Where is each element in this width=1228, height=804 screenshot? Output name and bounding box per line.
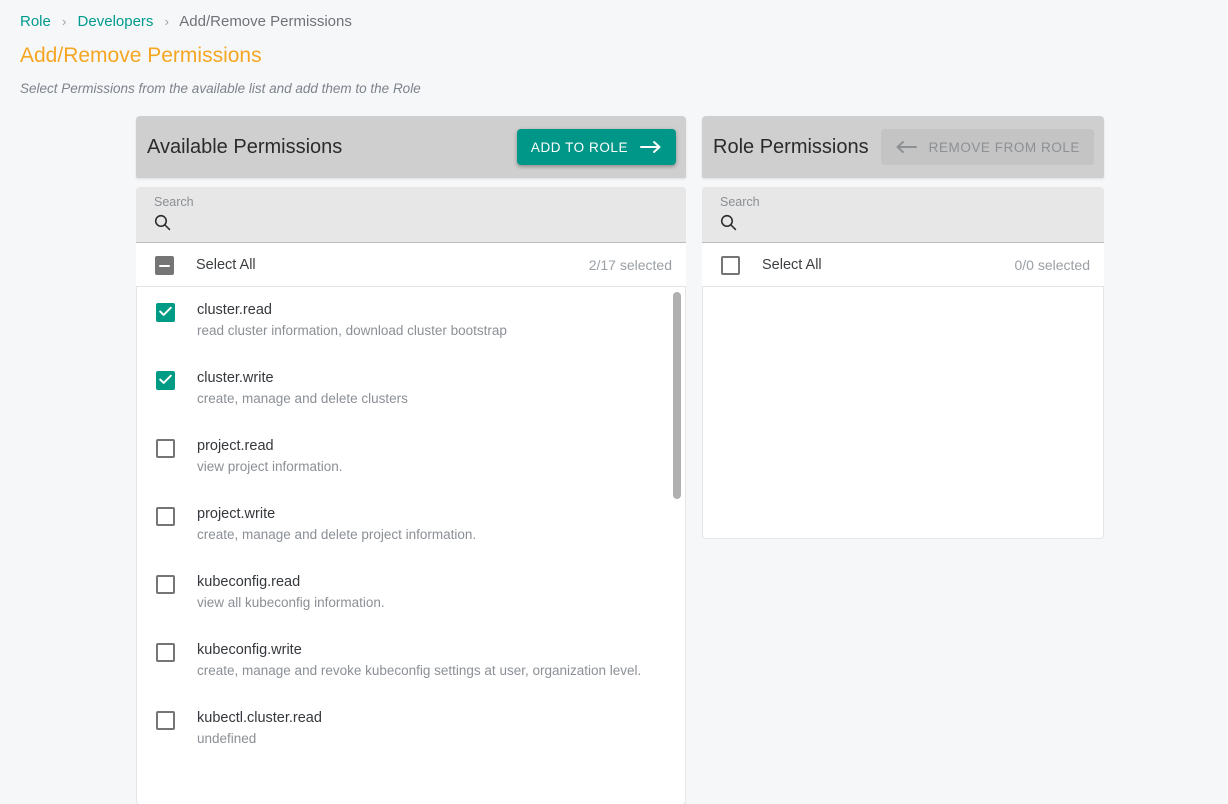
permission-description: create, manage and revoke kubeconfig set…: [197, 663, 642, 678]
available-panel-header: Available Permissions ADD TO ROLE: [136, 116, 686, 178]
permission-row[interactable]: cluster.read read cluster information, do…: [137, 290, 685, 358]
permission-description: create, manage and delete clusters: [197, 391, 408, 406]
available-select-all-checkbox[interactable]: [155, 256, 174, 275]
permission-description: create, manage and delete project inform…: [197, 527, 477, 542]
add-to-role-button[interactable]: ADD TO ROLE: [516, 129, 676, 165]
breadcrumb-item-role[interactable]: Role: [20, 13, 51, 30]
permissions-transfer-panels: Available Permissions ADD TO ROLE Search: [0, 116, 1228, 804]
search-icon: [154, 214, 171, 236]
available-panel-title: Available Permissions: [147, 136, 343, 158]
role-panel-header: Role Permissions REMOVE FROM ROLE: [702, 116, 1104, 178]
permission-row[interactable]: cluster.write create, manage and delete c…: [137, 358, 685, 426]
permission-name: cluster.write: [197, 370, 274, 386]
permission-row[interactable]: kubeconfig.write create, manage and revok…: [137, 630, 685, 698]
page-header: Role › Developers › Add/Remove Permissio…: [0, 0, 1228, 98]
permission-description: read cluster information, download clust…: [197, 323, 507, 338]
permission-name: kubeconfig.write: [197, 642, 302, 658]
permission-description: undefined: [197, 731, 257, 746]
permission-name: kubeconfig.read: [197, 574, 301, 590]
search-icon: [720, 214, 737, 236]
available-select-all-label: Select All: [196, 256, 256, 273]
permission-name: cluster.read: [197, 302, 272, 318]
minus-icon: [159, 264, 170, 267]
role-select-all-checkbox[interactable]: [721, 256, 740, 275]
permission-text: kubeconfig.read view all kubeconfig infor…: [197, 573, 385, 612]
available-select-all-row[interactable]: Select All 2/17 selected: [136, 243, 686, 287]
scrollbar-thumb[interactable]: [673, 292, 681, 499]
check-icon: [159, 372, 172, 390]
permission-checkbox[interactable]: [156, 371, 175, 390]
breadcrumb-separator-icon: ›: [62, 14, 67, 29]
available-permissions-list: cluster.read read cluster information, do…: [136, 287, 686, 804]
role-search-field[interactable]: Search: [702, 187, 1104, 243]
permission-text: project.read view project information.: [197, 437, 343, 476]
permission-text: cluster.write create, manage and delete c…: [197, 369, 408, 408]
remove-from-role-label: REMOVE FROM ROLE: [928, 139, 1080, 155]
permission-row[interactable]: project.read view project information.: [137, 426, 685, 494]
role-select-all-row[interactable]: Select All 0/0 selected: [702, 243, 1104, 287]
breadcrumb-item-developers[interactable]: Developers: [78, 13, 154, 30]
permission-text: kubectl.cluster.read undefined: [197, 709, 322, 748]
permission-name: project.write: [197, 506, 276, 522]
role-list-scroll: [703, 287, 1103, 538]
breadcrumb-item-current: Add/Remove Permissions: [179, 13, 352, 30]
permission-checkbox[interactable]: [156, 439, 175, 458]
role-select-all-label: Select All: [762, 256, 822, 273]
permission-name: kubectl.cluster.read: [197, 710, 322, 726]
permission-checkbox[interactable]: [156, 507, 175, 526]
permission-text: cluster.read read cluster information, do…: [197, 301, 507, 340]
permission-row[interactable]: kubectl.cluster.read undefined: [137, 698, 685, 766]
permission-text: project.write create, manage and delete p…: [197, 505, 476, 544]
check-icon: [159, 304, 172, 322]
permission-checkbox[interactable]: [156, 575, 175, 594]
permission-description: view all kubeconfig information.: [197, 595, 385, 610]
available-search-field[interactable]: Search: [136, 187, 686, 243]
permission-row[interactable]: project.write create, manage and delete p…: [137, 494, 685, 562]
page-subtitle: Select Permissions from the available li…: [20, 81, 421, 96]
role-search-label: Search: [720, 195, 760, 209]
role-selected-count: 0/0 selected: [1014, 256, 1091, 273]
remove-from-role-button[interactable]: REMOVE FROM ROLE: [880, 129, 1094, 165]
available-selected-count: 2/17 selected: [588, 256, 672, 273]
permission-checkbox[interactable]: [156, 711, 175, 730]
role-permissions-list: [702, 287, 1104, 539]
available-list-scroll: cluster.read read cluster information, do…: [137, 287, 685, 804]
arrow-left-icon: [895, 140, 917, 154]
available-permissions-panel: Available Permissions ADD TO ROLE Search: [136, 116, 686, 804]
permission-description: view project information.: [197, 459, 343, 474]
permission-checkbox[interactable]: [156, 643, 175, 662]
breadcrumb: Role › Developers › Add/Remove Permissio…: [20, 12, 1228, 32]
available-search-input[interactable]: [171, 215, 674, 235]
permission-row[interactable]: kubeconfig.read view all kubeconfig infor…: [137, 562, 685, 630]
permission-name: project.read: [197, 438, 274, 454]
role-permissions-panel: Role Permissions REMOVE FROM ROLE Search: [702, 116, 1104, 539]
page-title: Add/Remove Permissions: [20, 44, 262, 67]
add-to-role-label: ADD TO ROLE: [530, 139, 628, 155]
permission-text: kubeconfig.write create, manage and revok…: [197, 641, 641, 680]
role-search-input[interactable]: [737, 215, 1092, 235]
breadcrumb-separator-icon: ›: [164, 14, 169, 29]
permission-checkbox[interactable]: [156, 303, 175, 322]
available-search-label: Search: [154, 195, 194, 209]
role-panel-title: Role Permissions: [713, 136, 869, 158]
arrow-right-icon: [640, 140, 662, 154]
available-list-scrollbar[interactable]: [671, 287, 683, 804]
